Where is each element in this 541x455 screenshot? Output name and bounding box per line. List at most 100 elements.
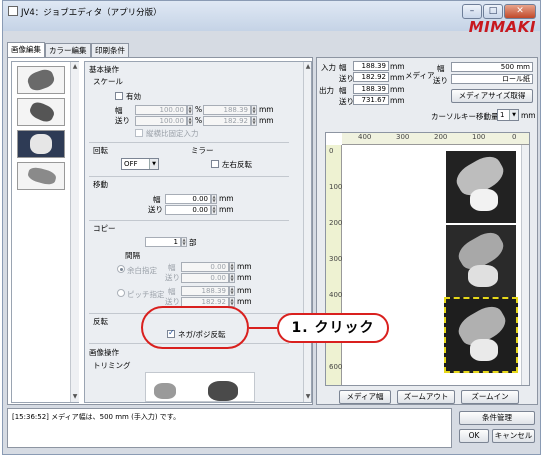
margin-width-field[interactable]: 0.00 [181, 262, 229, 272]
margin-feed-spinner[interactable]: ▲ ▼ [229, 273, 235, 283]
zoom-in-button[interactable]: ズームイン [461, 390, 519, 404]
scroll-down-icon[interactable]: ▼ [71, 392, 79, 401]
mimaki-logo: MIMAKI [468, 18, 536, 36]
mm-unit: mm [237, 262, 252, 271]
media-width-field[interactable]: 500 mm [451, 62, 533, 72]
chevron-down-icon[interactable]: ▼ [509, 110, 518, 120]
margin-width-spinner[interactable]: ▲ ▼ [229, 262, 235, 272]
ok-button[interactable]: OK [459, 429, 489, 443]
move-heading: 移動 [93, 180, 108, 189]
pitch-width-spinner[interactable]: ▲ ▼ [229, 286, 235, 296]
minimize-button[interactable]: – [462, 4, 482, 19]
ruler-tick-label: 100 [472, 133, 486, 141]
settings-form: 基本操作 スケール 有効 幅 送り 100.00 ▲ ▼ % 100.00 ▲ ▼ … [84, 61, 312, 403]
condition-management-button[interactable]: 条件管理 [459, 411, 535, 425]
cancel-button[interactable]: キャンセル [492, 429, 535, 443]
cursor-key-label: カーソルキー移動量 [431, 112, 499, 121]
scale-width-pct-field[interactable]: 100.00 [135, 105, 187, 115]
invert-heading: 反転 [93, 317, 108, 326]
cursor-key-value: 1 [500, 111, 505, 119]
mm-unit: mm [390, 96, 405, 105]
preview-canvas[interactable]: 400 300 200 100 0 0 100 200 300 400 500 … [325, 132, 530, 386]
callout-connector [249, 327, 279, 329]
mm-unit: mm [219, 194, 234, 203]
scale-width-mm-field[interactable]: 188.39 [203, 105, 251, 115]
maximize-button[interactable]: □ [483, 4, 503, 19]
scale-feed-mm-spinner[interactable]: ▲ ▼ [251, 116, 257, 126]
scroll-up-icon[interactable]: ▲ [71, 62, 79, 71]
title-bar: JV4：ジョブエディタ（アプリ分版） – □ ✕ [3, 1, 540, 31]
mm-unit: mm [237, 286, 252, 295]
scroll-down-icon[interactable]: ▼ [304, 392, 311, 401]
cursor-key-select[interactable]: 1 ▼ [497, 109, 519, 121]
form-scrollbar[interactable]: ▲ ▼ [303, 62, 311, 402]
ruler-tick-label: 300 [329, 255, 343, 263]
thumbnail-4[interactable] [17, 162, 65, 190]
move-width-field[interactable]: 0.00 [165, 194, 211, 204]
media-width-label: 幅 [437, 64, 445, 73]
top-ruler: 400 300 200 100 0 [342, 133, 529, 145]
thumbnail-scrollbar[interactable]: ▲ ▼ [70, 62, 79, 402]
scale-feed-pct-spinner[interactable]: ▲ ▼ [187, 116, 193, 126]
copy-count-spinner[interactable]: ▲ ▼ [181, 237, 187, 247]
move-width-spinner[interactable]: ▲ ▼ [211, 194, 217, 204]
mm-unit: mm [237, 297, 252, 306]
ruler-tick-label: 200 [329, 219, 343, 227]
pct-unit: % [195, 105, 203, 114]
output-feed-label: 送り [339, 97, 354, 106]
scale-feed-pct-field[interactable]: 100.00 [135, 116, 187, 126]
margin-feed-label: 送り [165, 273, 180, 282]
mm-unit: mm [390, 85, 405, 94]
tab-color-edit[interactable]: カラー編集 [45, 43, 91, 57]
divider [89, 220, 289, 221]
tab-image-edit[interactable]: 画像編集 [7, 42, 45, 57]
divider [89, 142, 289, 143]
mm-unit: mm [219, 205, 234, 214]
copy-heading: コピー [93, 224, 116, 233]
thumbnail-list: ▲ ▼ [11, 61, 79, 403]
mm-unit: mm [237, 273, 252, 282]
media-feed-field[interactable]: ロール紙 [451, 74, 533, 84]
mirror-label: 左右反転 [222, 160, 252, 169]
canvas-scrollbar[interactable] [521, 145, 529, 385]
scale-width-pct-spinner[interactable]: ▲ ▼ [187, 105, 193, 115]
output-width-label: 幅 [339, 86, 347, 95]
mm-unit: mm [390, 73, 405, 82]
trimming-preview[interactable] [145, 372, 255, 402]
ruler-tick-label: 0 [329, 147, 334, 155]
margin-feed-field[interactable]: 0.00 [181, 273, 229, 283]
thumbnail-3-selected[interactable] [17, 130, 65, 158]
tab-print-conditions[interactable]: 印刷条件 [91, 43, 129, 57]
scale-feed-mm-field[interactable]: 182.92 [203, 116, 251, 126]
media-width-button[interactable]: メディア幅 [339, 390, 391, 404]
print-image-1[interactable] [446, 151, 516, 223]
image-ops-heading: 画像操作 [89, 348, 119, 357]
print-image-2[interactable] [446, 225, 516, 297]
preview-pane: 入力 幅 188.39 mm 送り 182.92 mm 出力 幅 188.39 … [316, 57, 538, 405]
scale-enable-checkbox[interactable] [115, 92, 123, 100]
margin-radio[interactable] [117, 265, 125, 273]
cursor-key-unit: mm [521, 111, 536, 120]
move-feed-field[interactable]: 0.00 [165, 205, 211, 215]
zoom-out-button[interactable]: ズームアウト [397, 390, 455, 404]
thumbnail-2[interactable] [17, 98, 65, 126]
pitch-width-field[interactable]: 188.39 [181, 286, 229, 296]
ruler-tick-label: 200 [434, 133, 448, 141]
scale-width-mm-spinner[interactable]: ▲ ▼ [251, 105, 257, 115]
rotation-select[interactable]: OFF ▼ [121, 158, 159, 170]
status-log: [15:36:52] メディア幅は、500 mm (手入力) です。 [7, 408, 452, 448]
mirror-checkbox[interactable] [211, 160, 219, 168]
scroll-up-icon[interactable]: ▲ [304, 62, 311, 71]
ruler-tick-label: 400 [329, 291, 343, 299]
move-feed-spinner[interactable]: ▲ ▼ [211, 205, 217, 215]
thumbnail-1[interactable] [17, 66, 65, 94]
callout-highlight [141, 306, 249, 349]
close-button[interactable]: ✕ [504, 4, 536, 19]
print-image-3-selected[interactable] [444, 297, 518, 373]
copy-count-field[interactable]: 1 [145, 237, 181, 247]
chevron-down-icon[interactable]: ▼ [149, 159, 158, 169]
lock-aspect-checkbox[interactable] [135, 129, 143, 137]
media-size-button[interactable]: メディアサイズ取得 [451, 89, 533, 103]
pitch-radio[interactable] [117, 289, 125, 297]
mirror-heading: ミラー [191, 146, 214, 155]
